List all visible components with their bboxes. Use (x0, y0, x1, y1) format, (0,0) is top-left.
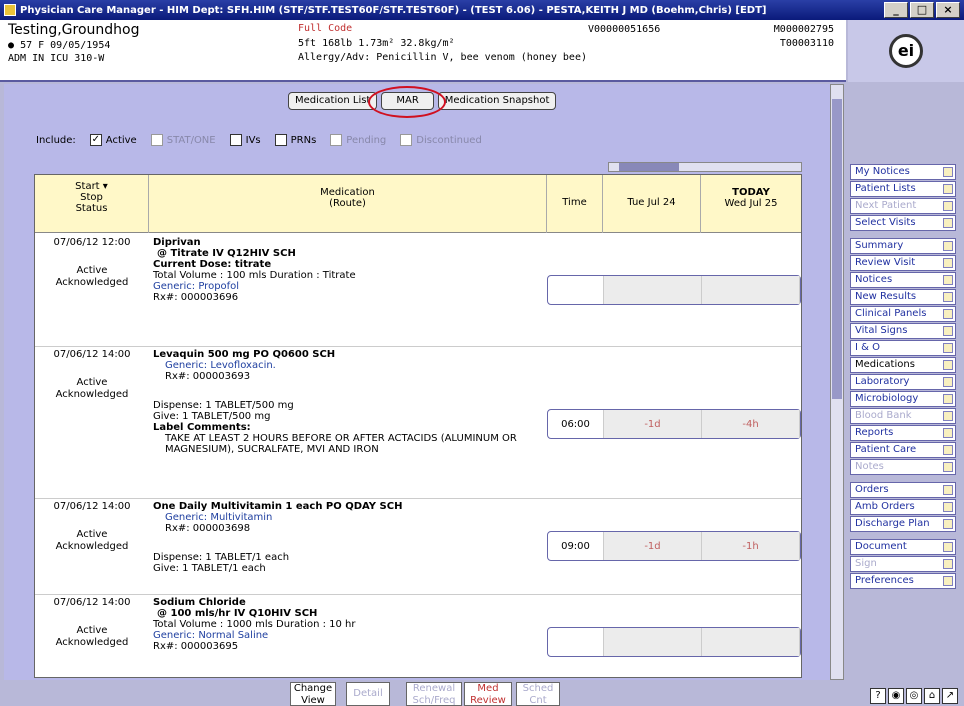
patient-demographics: ● 57 F 09/05/1954 (8, 40, 111, 51)
patient-header: Testing,Groundhog ● 57 F 09/05/1954 ADM … (0, 20, 846, 82)
tab-medication-list[interactable]: Medication List (288, 92, 378, 110)
med-row-1[interactable]: 07/06/12 12:00 Active Acknowledged Dipri… (35, 235, 801, 347)
grid-header: Start ▾ Stop Status Medication (Route) T… (35, 175, 801, 233)
sidebar-sign: Sign (850, 556, 956, 572)
code-status: Full Code (298, 23, 353, 34)
patient-name: Testing,Groundhog (8, 22, 140, 38)
app-logo: ei (848, 20, 964, 82)
sidebar-preferences[interactable]: Preferences (850, 573, 956, 589)
med-review-button[interactable]: Med Review (464, 682, 512, 706)
renewal-button: Renewal Sch/Freq (406, 682, 462, 706)
visit-number: V00000051656 (588, 24, 661, 35)
sidebar-my-notices[interactable]: My Notices (850, 164, 956, 180)
logo-icon: ei (889, 34, 923, 68)
sched-cnt-button: Sched Cnt (516, 682, 560, 706)
time-header: Time (562, 197, 587, 208)
sidebar-amb-orders[interactable]: Amb Orders (850, 499, 956, 515)
minimize-button[interactable]: _ (884, 2, 908, 18)
time-slot-3[interactable]: 09:00 -1d -1h (547, 531, 801, 561)
include-label: Include: (36, 134, 76, 146)
date-header-2: Wed Jul 25 (724, 198, 778, 209)
unit-number: T00003110 (779, 38, 834, 49)
date-header-1: Tue Jul 24 (627, 197, 676, 208)
sidebar-clinical-panels[interactable]: Clinical Panels (850, 306, 956, 322)
sidebar-i-and-o[interactable]: I & O (850, 340, 956, 356)
today-label: TODAY (732, 187, 770, 198)
time-slot-4[interactable] (547, 627, 801, 657)
status-header[interactable]: Status (35, 203, 148, 214)
sidebar-document[interactable]: Document (850, 539, 956, 555)
sidebar-review-visit[interactable]: Review Visit (850, 255, 956, 271)
help-icon[interactable]: ? (870, 688, 886, 704)
mar-grid: Start ▾ Stop Status Medication (Route) T… (34, 174, 802, 678)
sidebar-microbiology[interactable]: Microbiology (850, 391, 956, 407)
sidebar-medications[interactable]: Medications (850, 357, 956, 373)
mar-highlight-ring (368, 86, 446, 118)
sidebar-next-patient: Next Patient (850, 198, 956, 214)
sidebar-summary[interactable]: Summary (850, 238, 956, 254)
discontinued-checkbox (400, 134, 413, 146)
sidebar-new-results[interactable]: New Results (850, 289, 956, 305)
info-icon[interactable]: ● (8, 40, 14, 51)
horizontal-scrollbar[interactable] (608, 162, 802, 172)
detail-button: Detail (346, 682, 390, 706)
stop-header[interactable]: Stop (35, 192, 148, 203)
prns-checkbox[interactable] (274, 134, 287, 146)
pending-checkbox (330, 134, 343, 146)
tab-medication-snapshot[interactable]: Medication Snapshot (437, 92, 557, 110)
home-icon[interactable]: ⌂ (924, 688, 940, 704)
patient-vitals: 5ft 168lb 1.73m² 32.8kg/m² (298, 38, 455, 49)
sidebar-blood-bank: Blood Bank (850, 408, 956, 424)
vertical-scrollbar[interactable] (830, 84, 844, 680)
app-icon (4, 4, 16, 16)
include-filters: Include: ✓ Active STAT/ONE IVs PRNs Pendi… (36, 134, 482, 146)
sidebar-select-visits[interactable]: Select Visits (850, 215, 956, 231)
ivs-checkbox[interactable] (229, 134, 242, 146)
sidebar-patient-care[interactable]: Patient Care (850, 442, 956, 458)
bottom-toolbar: Change View Detail Renewal Sch/Freq Med … (0, 680, 964, 706)
medication-header: Medication (320, 187, 375, 198)
active-checkbox[interactable]: ✓ (89, 134, 102, 146)
route-header: (Route) (329, 198, 366, 209)
close-button[interactable]: × (936, 2, 960, 18)
window-title: Physician Care Manager - HIM Dept: SFH.H… (20, 4, 767, 16)
sidebar-orders[interactable]: Orders (850, 482, 956, 498)
allergy-info: Allergy/Adv: Penicillin V, bee venom (ho… (298, 52, 587, 63)
main-panel: Medication List MAR Medication Snapshot … (4, 84, 832, 680)
quick-icons: ? ◉ ◎ ⌂ ↗ (870, 688, 958, 704)
sidebar-discharge-plan[interactable]: Discharge Plan (850, 516, 956, 532)
sidebar-laboratory[interactable]: Laboratory (850, 374, 956, 390)
sidebar-reports[interactable]: Reports (850, 425, 956, 441)
admission-info: ADM IN ICU 310-W (8, 53, 105, 64)
camera-icon[interactable]: ◉ (888, 688, 904, 704)
mrn-number: M000002795 (773, 24, 834, 35)
maximize-button[interactable]: □ (910, 2, 934, 18)
change-view-button[interactable]: Change View (290, 682, 336, 706)
sidebar-vital-signs[interactable]: Vital Signs (850, 323, 956, 339)
sidebar-nav: My Notices Patient Lists Next Patient Se… (850, 164, 956, 590)
exit-icon[interactable]: ↗ (942, 688, 958, 704)
sidebar-notes: Notes (850, 459, 956, 475)
sidebar-notices[interactable]: Notices (850, 272, 956, 288)
start-sort-header[interactable]: Start ▾ (35, 181, 148, 192)
time-slot-2[interactable]: 06:00 -1d -4h (547, 409, 801, 439)
title-bar: Physician Care Manager - HIM Dept: SFH.H… (0, 0, 964, 20)
stat-one-checkbox (150, 134, 163, 146)
med-row-4[interactable]: 07/06/12 14:00 Active Acknowledged Sodiu… (35, 595, 801, 677)
sidebar-patient-lists[interactable]: Patient Lists (850, 181, 956, 197)
med-row-3[interactable]: 07/06/12 14:00 Active Acknowledged One D… (35, 499, 801, 595)
globe-icon[interactable]: ◎ (906, 688, 922, 704)
med-row-2[interactable]: 07/06/12 14:00 Active Acknowledged Levaq… (35, 347, 801, 499)
time-slot-1[interactable] (547, 275, 801, 305)
